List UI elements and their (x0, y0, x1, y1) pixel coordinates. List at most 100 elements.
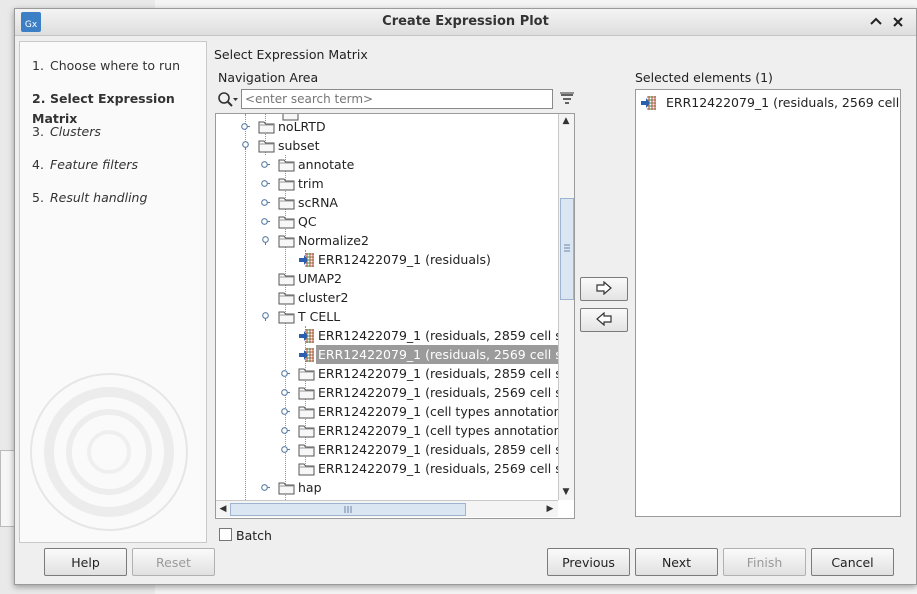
tree-row[interactable]: hap (278, 478, 558, 497)
selected-elements-list[interactable]: ERR12422079_1 (residuals, 2569 cell s... (635, 89, 901, 517)
tree-row-label: ERR12422079_1 (residuals, 2569 cell su (318, 461, 558, 476)
reset-button[interactable]: Reset (132, 548, 215, 576)
tree-row[interactable]: subset (258, 136, 558, 155)
folder-icon (278, 216, 295, 229)
collapsed-toggle-icon[interactable] (261, 483, 270, 492)
navigation-tree[interactable]: noLRTD subset annotate trim scRNA QC Normalize… (215, 113, 575, 519)
tree-viewport: noLRTD subset annotate trim scRNA QC Normalize… (216, 114, 558, 500)
tree-row[interactable]: QC (278, 212, 558, 231)
create-expression-plot-dialog: Gx Create Expression Plot 1. Choose where… (14, 8, 917, 585)
expanded-toggle-icon[interactable] (261, 236, 270, 245)
folder-icon (298, 368, 315, 381)
tree-row-label: noLRTD (278, 119, 326, 134)
tree-horizontal-scrollbar[interactable]: ◀ ▶ (216, 500, 558, 517)
batch-checkbox[interactable]: Batch (219, 528, 272, 543)
tree-row-label: T CELL (298, 309, 341, 324)
next-button[interactable]: Next (635, 548, 718, 576)
collapsed-toggle-icon[interactable] (261, 198, 270, 207)
folder-icon (278, 178, 295, 191)
vertical-scroll-thumb[interactable] (560, 198, 574, 300)
collapsed-toggle-icon[interactable] (281, 426, 290, 435)
arrow-left-icon (596, 311, 612, 326)
collapsed-toggle-icon[interactable] (261, 179, 270, 188)
collapse-icon[interactable] (867, 13, 885, 31)
cancel-button[interactable]: Cancel (811, 548, 894, 576)
folder-icon (278, 159, 295, 172)
folder-icon (258, 121, 275, 134)
tree-row[interactable]: ERR12422079_1 (residuals, 2569 cell su (298, 345, 558, 364)
step-choose-where-to-run: 1. Choose where to run (32, 58, 180, 73)
main-panel: Select Expression Matrix Navigation Area… (207, 41, 914, 543)
tree-row[interactable]: ERR12422079_1 (residuals, 2859 cell su (298, 364, 558, 383)
tree-row[interactable]: cluster2 (278, 288, 558, 307)
tree-row[interactable]: T CELL (278, 307, 558, 326)
collapsed-toggle-icon[interactable] (261, 160, 270, 169)
scroll-left-arrow-icon[interactable]: ◀ (216, 502, 230, 516)
tree-row-label: hap (298, 480, 322, 495)
search-input[interactable] (241, 89, 553, 109)
expanded-toggle-icon[interactable] (241, 141, 250, 150)
tree-vertical-scrollbar[interactable]: ▲ ▼ (558, 114, 574, 500)
scroll-down-arrow-icon[interactable]: ▼ (559, 485, 573, 499)
tree-row-label: ERR12422079_1 (residuals, 2859 cell su (318, 442, 558, 457)
tree-row[interactable]: ERR12422079_1 (residuals, 2569 cell su (298, 459, 558, 478)
scroll-up-arrow-icon[interactable]: ▲ (559, 114, 573, 128)
tree-row[interactable]: noLRTD (258, 117, 558, 136)
tree-row[interactable]: ERR12422079_1 (residuals) (298, 250, 558, 269)
tree-row-label: ERR12422079_1 (cell types annotations (318, 423, 558, 438)
collapsed-toggle-icon[interactable] (241, 122, 250, 131)
batch-checkbox-box[interactable] (219, 528, 232, 541)
tree-row-label: trim (298, 176, 324, 191)
tree-row[interactable]: trim (278, 174, 558, 193)
folder-icon (278, 311, 295, 324)
collapsed-toggle-icon[interactable] (281, 407, 290, 416)
expanded-toggle-icon[interactable] (261, 312, 270, 321)
tree-row[interactable]: annotate (278, 155, 558, 174)
folder-icon (278, 292, 295, 305)
tree-guide-line (245, 114, 246, 500)
close-icon[interactable] (889, 13, 907, 31)
search-icon[interactable] (217, 91, 239, 109)
folder-icon (278, 197, 295, 210)
step-feature-filters: 4. Feature filters (32, 157, 138, 172)
tree-row[interactable]: scRNA (278, 193, 558, 212)
finish-button[interactable]: Finish (723, 548, 806, 576)
tree-row[interactable]: Normalize2 (278, 231, 558, 250)
binary-watermark-icon (30, 373, 188, 531)
add-to-selected-button[interactable] (580, 277, 628, 301)
tree-row[interactable]: ERR12422079_1 (cell types annotations (298, 421, 558, 440)
tree-row[interactable]: ERR12422079_1 (residuals, 2569 cell su (298, 383, 558, 402)
folder-icon (278, 482, 295, 495)
folder-icon (298, 425, 315, 438)
help-button[interactable]: Help (44, 548, 127, 576)
selected-elements-label: Selected elements (1) (635, 70, 773, 85)
expression-matrix-icon (641, 96, 656, 110)
tree-row[interactable]: ERR12422079_1 (cell types annotations (298, 402, 558, 421)
tree-row[interactable]: ERR12422079_1 (residuals, 2859 cell su (298, 440, 558, 459)
scroll-right-arrow-icon[interactable]: ▶ (543, 502, 557, 516)
tree-row-label: ERR12422079_1 (residuals, 2569 cell su (318, 385, 558, 400)
tree-row-label: ERR12422079_1 (cell types annotations (318, 404, 558, 419)
filter-menu-icon[interactable] (559, 91, 575, 107)
tree-row[interactable]: ERR12422079_1 (residuals, 2859 cell su (298, 326, 558, 345)
arrow-right-icon (596, 280, 612, 295)
step-clusters: 3. Clusters (32, 124, 101, 139)
navigation-area-label: Navigation Area (218, 70, 319, 85)
collapsed-toggle-icon[interactable] (281, 388, 290, 397)
title-bar[interactable]: Gx Create Expression Plot (15, 9, 916, 36)
tree-row-label: cluster2 (298, 290, 349, 305)
horizontal-scroll-thumb[interactable] (230, 503, 466, 516)
tree-row-label: subset (278, 138, 320, 153)
dialog-footer: Help Reset Previous Next Finish Cancel (15, 544, 916, 584)
collapsed-toggle-icon[interactable] (261, 217, 270, 226)
expression-matrix-icon (299, 348, 314, 362)
collapsed-toggle-icon[interactable] (281, 445, 290, 454)
previous-button[interactable]: Previous (547, 548, 630, 576)
tree-row[interactable]: UMAP2 (278, 269, 558, 288)
collapsed-toggle-icon[interactable] (281, 369, 290, 378)
step-result-handling: 5. Result handling (32, 190, 148, 205)
folder-icon (258, 140, 275, 153)
remove-from-selected-button[interactable] (580, 308, 628, 332)
folder-icon (298, 444, 315, 457)
folder-icon (278, 273, 295, 286)
